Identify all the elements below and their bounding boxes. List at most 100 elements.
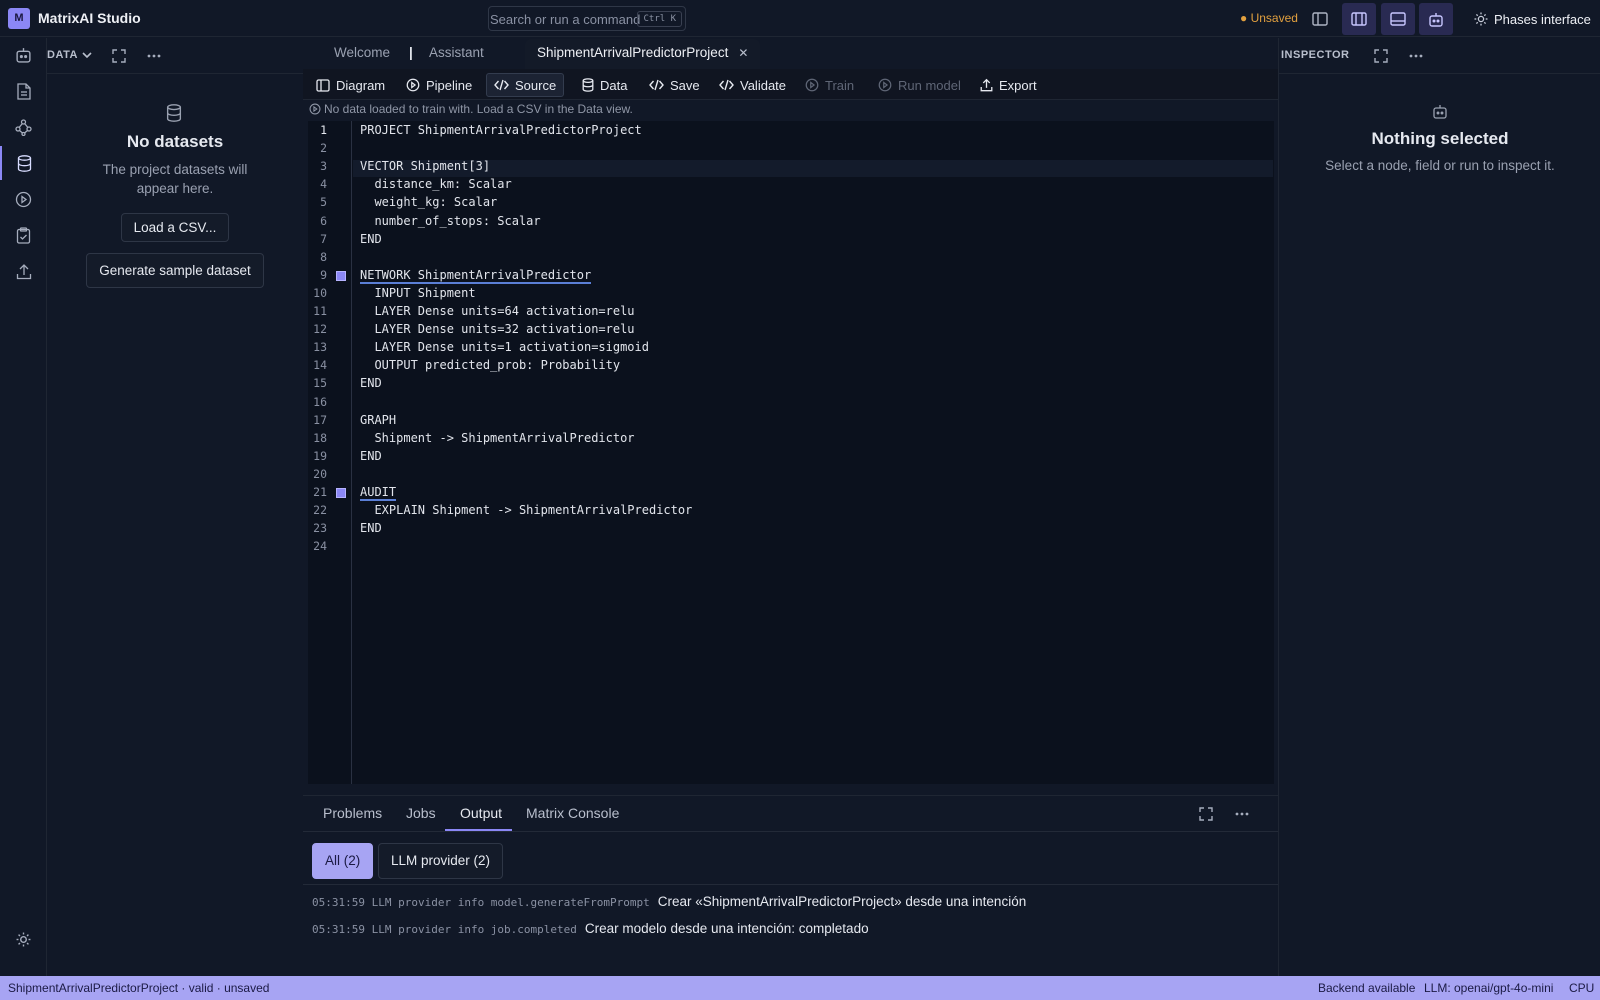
activity-settings[interactable] (0, 922, 47, 956)
diagram-button[interactable]: Diagram (309, 73, 392, 97)
save-button[interactable]: Save (642, 73, 707, 97)
tab-assistant[interactable]: Assistant (429, 45, 484, 60)
code-line: weight_kg: Scalar (360, 195, 498, 209)
sun-icon (16, 932, 31, 946)
code-line: PROJECT ShipmentArrivalPredictorProject (360, 123, 642, 137)
tab-welcome[interactable]: Welcome (334, 45, 390, 60)
tab-matrix-console[interactable]: Matrix Console (526, 805, 619, 821)
layout-icon (316, 78, 330, 92)
maximize-panel-button[interactable] (1197, 805, 1215, 823)
inspector-empty-state: Nothing selected Select a node, field or… (1279, 104, 1600, 173)
validate-button[interactable]: Validate (712, 73, 793, 97)
status-message-text: No data loaded to train with. Load a CSV… (324, 102, 633, 116)
export-button[interactable]: Export (973, 73, 1044, 97)
command-search-input[interactable]: Search or run a command Ctrl K (488, 6, 686, 31)
tab-separator: | (409, 45, 413, 60)
toggle-left-sidebar-button[interactable] (1303, 3, 1337, 35)
robot-icon (1432, 104, 1448, 119)
inspector-title: INSPECTOR (1281, 49, 1350, 61)
generate-sample-dataset-button[interactable]: Generate sample dataset (86, 253, 264, 288)
data-view-dropdown[interactable]: DATA (47, 49, 92, 61)
log-meta: 05:31:59 LLM provider info job.completed (312, 923, 577, 936)
shortcut-badge: Ctrl K (637, 11, 682, 27)
active-tab-indicator (445, 829, 512, 831)
play-circle-icon (878, 78, 892, 92)
line-number: 4 (320, 177, 327, 191)
toggle-bottom-panel-button[interactable] (1381, 3, 1415, 35)
panel-more-options-button[interactable] (1233, 805, 1251, 823)
title-bar: M MatrixAI Studio Search or run a comman… (0, 0, 1600, 37)
sidebar-left-icon (1312, 12, 1328, 26)
line-number: 3 (320, 159, 327, 173)
line-number: 1 (320, 123, 327, 137)
tab-output[interactable]: Output (460, 805, 502, 821)
train-label: Train (825, 77, 855, 93)
device-status: CPU (1569, 981, 1595, 995)
activity-export[interactable] (0, 254, 47, 288)
code-line: END (360, 449, 382, 463)
filter-llm-provider-chip[interactable]: LLM provider (2) (378, 843, 504, 879)
line-number: 14 (313, 358, 327, 372)
log-message: Crear modelo desde una intención: comple… (584, 921, 869, 936)
code-line: LAYER Dense units=32 activation=relu (360, 322, 635, 336)
unsaved-indicator: ● Unsaved (1240, 11, 1298, 25)
editor-toolbar: Diagram Pipeline Source Data Save Valida… (303, 69, 1278, 100)
line-number: 22 (313, 503, 327, 517)
pipeline-button[interactable]: Pipeline (399, 73, 479, 97)
search-placeholder: Search or run a command (490, 12, 641, 27)
more-options-button[interactable] (145, 47, 163, 65)
load-csv-button[interactable]: Load a CSV... (120, 213, 230, 242)
tab-project[interactable]: ShipmentArrivalPredictorProject ✕ (525, 39, 761, 69)
code-line: Shipment -> ShipmentArrivalPredictor (360, 431, 635, 445)
source-code-editor[interactable]: 1 2 3 4 5 6 7 8 9 10 11 12 13 14 15 16 17 18 19 20 21 22 23 24 … (308, 121, 1274, 784)
data-panel: DATA No datasets The project datasets wi… (47, 38, 303, 976)
line-number: 19 (313, 449, 327, 463)
panel-bottom-icon (1390, 12, 1406, 26)
data-panel-header: DATA (47, 38, 303, 74)
activity-diagram[interactable] (0, 110, 47, 144)
line-number: 5 (320, 195, 327, 209)
gutter-marker[interactable] (336, 488, 346, 498)
line-number: 15 (313, 376, 327, 390)
toggle-assistant-button[interactable] (1419, 3, 1453, 35)
code-line: AUDIT (360, 485, 397, 501)
run-model-button[interactable]: Run model (871, 73, 968, 97)
robot-icon (1429, 12, 1443, 27)
activity-data[interactable] (0, 146, 47, 180)
line-number: 8 (320, 250, 327, 264)
play-circle-icon (406, 78, 420, 92)
tab-project-label: ShipmentArrivalPredictorProject (537, 45, 729, 60)
toggle-split-layout-button[interactable] (1342, 3, 1376, 35)
maximize-button[interactable] (110, 47, 128, 65)
data-button[interactable]: Data (575, 73, 634, 97)
log-entry: 05:31:59 LLM provider info model.generat… (312, 894, 1026, 909)
datasets-empty-state: No datasets The project datasets will ap… (47, 104, 303, 288)
current-line-highlight (353, 160, 1273, 177)
tab-problems[interactable]: Problems (323, 805, 382, 821)
file-icon (16, 82, 31, 100)
line-number: 18 (313, 431, 327, 445)
phases-interface-button[interactable]: Phases interface (1474, 10, 1600, 28)
code-icon (494, 79, 509, 91)
activity-assistant[interactable] (0, 38, 47, 72)
filter-all-chip[interactable]: All (2) (312, 843, 374, 879)
line-number: 13 (313, 340, 327, 354)
source-button[interactable]: Source (486, 73, 565, 97)
train-button[interactable]: Train (798, 73, 861, 97)
activity-audit[interactable] (0, 218, 47, 252)
maximize-icon (1199, 807, 1213, 821)
activity-bar (0, 38, 47, 976)
activity-files[interactable] (0, 74, 47, 108)
gutter-marker[interactable] (336, 271, 346, 281)
inspector-maximize-button[interactable] (1372, 47, 1390, 65)
activity-run[interactable] (0, 182, 47, 216)
code-line: END (360, 376, 382, 390)
inspector-panel: INSPECTOR Nothing selected Select a node… (1278, 38, 1600, 976)
close-icon[interactable]: ✕ (738, 46, 748, 69)
app-title: MatrixAI Studio (38, 10, 141, 26)
robot-icon (16, 48, 31, 63)
tab-jobs[interactable]: Jobs (406, 805, 436, 821)
inspector-more-options-button[interactable] (1407, 47, 1425, 65)
inspector-empty-hint: Select a node, field or run to inspect i… (1325, 158, 1555, 173)
code-line: NETWORK ShipmentArrivalPredictor (360, 268, 592, 284)
